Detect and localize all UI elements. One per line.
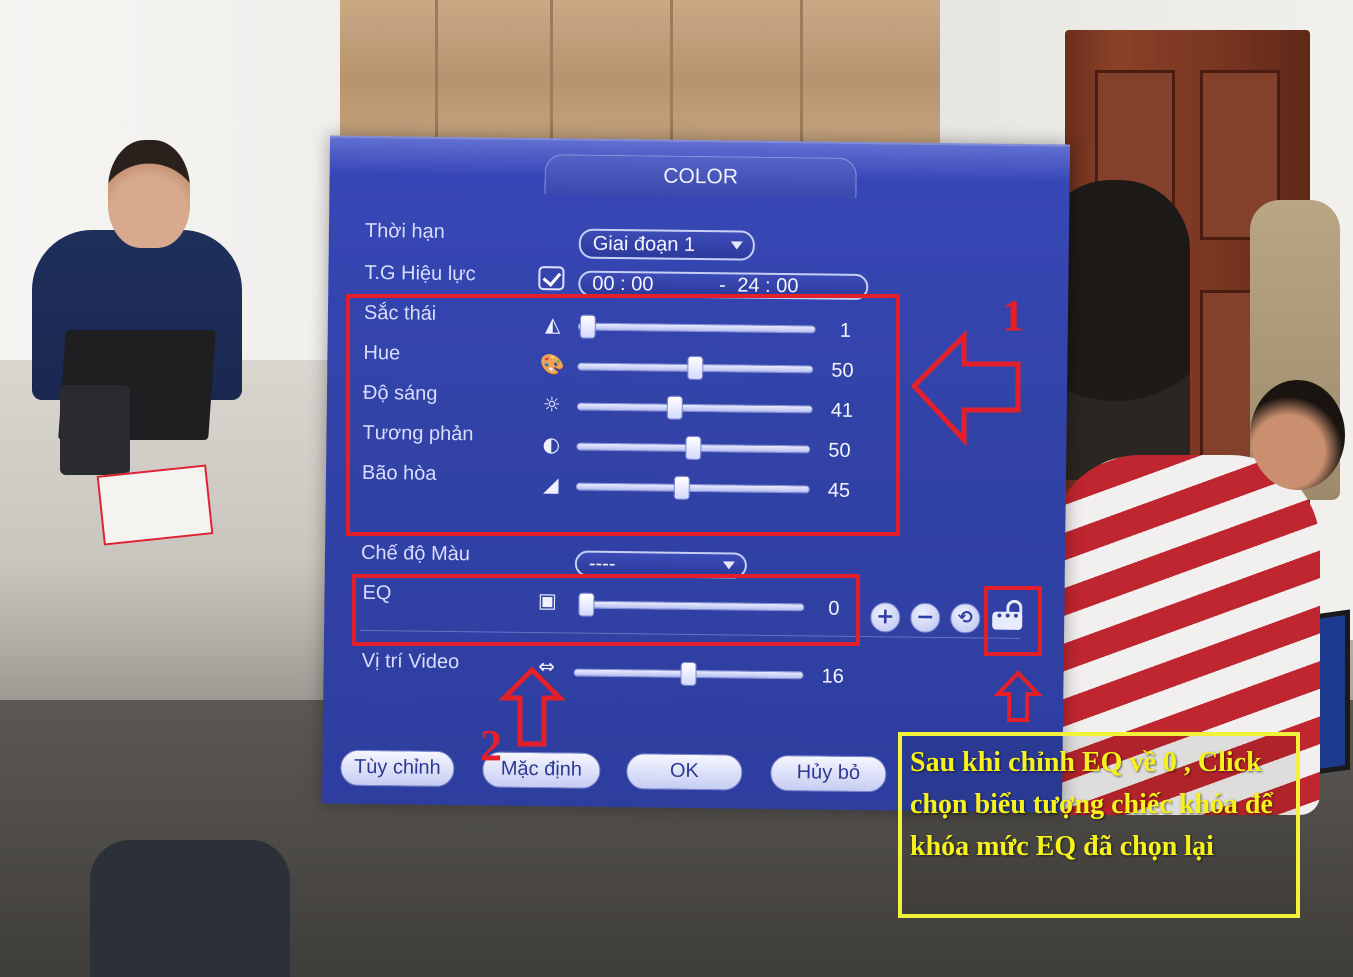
video-position-label: Vị trí Video [361,649,460,674]
arrow-up-small-icon [993,670,1043,722]
video-position-value: 16 [821,665,844,688]
arrow-left-shape [910,329,1021,447]
person-striped-head [1250,380,1345,490]
period-dropdown[interactable]: Giai đoạn 1 [578,228,755,261]
instruction-note: Sau khi chỉnh EQ về 0 , Click chọn biểu … [898,732,1300,918]
arrow-up-icon [497,666,567,747]
arrow-up-shape [497,666,567,747]
desk-phone [60,385,130,475]
slider-thumb[interactable] [680,661,697,687]
highlight-box-eq [352,574,860,646]
period-value: Giai đoạn 1 [592,232,696,256]
highlight-box-sliders [346,294,900,536]
paper-stack [96,464,214,546]
marker-2: 2 [480,721,502,770]
person-seated-head [108,140,190,248]
color-mode-label: Chế độ Màu [360,541,471,566]
period-label: Thời hạn [364,219,445,243]
plus-button[interactable]: + [870,602,901,633]
ok-button[interactable]: OK [626,753,743,791]
video-position-slider[interactable] [573,661,804,688]
chevron-down-icon [722,561,735,570]
color-mode-value: ---- [588,552,616,576]
arrow-up-small-shape [993,670,1043,722]
cancel-button[interactable]: Hủy bỏ [770,754,887,793]
valid-time-checkbox[interactable] [538,266,565,291]
minus-button[interactable]: − [910,602,941,633]
office-chair [90,840,290,977]
valid-time-label: T.G Hiệu lực [364,261,476,286]
dialog-title: COLOR [544,154,857,198]
highlight-box-lock [984,586,1042,656]
start-time: 00 : 00 [592,272,654,296]
custom-button[interactable]: Tùy chỉnh [340,749,455,788]
arrow-left-icon [910,329,1021,447]
chevron-down-icon [730,241,743,250]
refresh-icon[interactable]: ⟲ [950,603,981,634]
